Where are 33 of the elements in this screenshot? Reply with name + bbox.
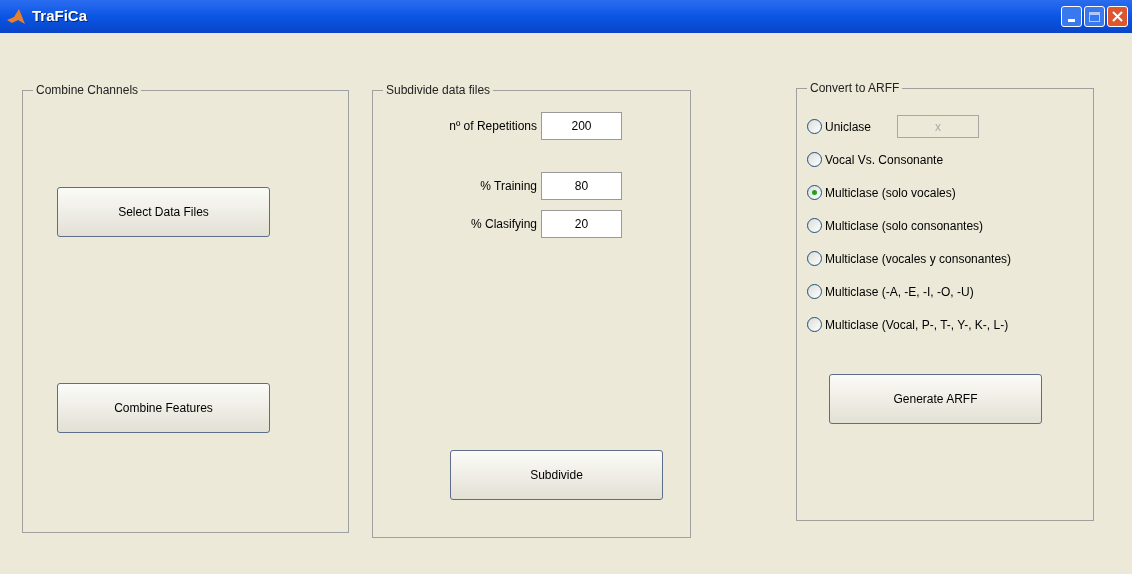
radio-button[interactable] [807, 284, 822, 299]
radio-label: Multiclase (vocales y consonantes) [825, 250, 1012, 268]
push-button[interactable]: Subdivide [450, 450, 663, 500]
field-label: % Clasifying [469, 216, 538, 233]
radio-label: Vocal Vs. Consonante [825, 151, 944, 169]
radio-button[interactable] [807, 119, 822, 134]
radio-label: Multiclase (solo consonantes) [825, 217, 984, 235]
field-label: nº of Repetitions [448, 118, 538, 135]
push-button[interactable]: Generate ARFF [829, 374, 1042, 424]
radio-button[interactable] [807, 218, 822, 233]
panel-title: Convert to ARFF [809, 80, 901, 97]
radio-button[interactable] [807, 251, 822, 266]
close-icon [1112, 11, 1123, 22]
radio-label: Multiclase (-A, -E, -I, -O, -U) [825, 283, 974, 301]
field-label: % Training [479, 178, 538, 195]
panel-title: Subdivide data files [385, 82, 492, 99]
radio-label: Uniclase [825, 118, 872, 136]
number-field[interactable]: 200 [541, 112, 622, 140]
number-field[interactable]: 80 [541, 172, 622, 200]
maximize-button[interactable] [1084, 6, 1105, 27]
number-field[interactable]: 20 [541, 210, 622, 238]
radio-button[interactable] [807, 152, 822, 167]
push-button[interactable]: Combine Features [57, 383, 270, 433]
radio-label: Multiclase (solo vocales) [825, 184, 956, 202]
panel-title: Combine Channels [35, 82, 140, 99]
radio-button[interactable] [807, 185, 822, 200]
radio-button[interactable] [807, 317, 822, 332]
push-button[interactable]: Select Data Files [57, 187, 270, 237]
close-button[interactable] [1107, 6, 1128, 27]
radio-label: Multiclase (Vocal, P-, T-, Y-, K-, L-) [825, 316, 1009, 334]
minimize-button[interactable] [1061, 6, 1082, 27]
app-logo-icon [6, 7, 26, 26]
window-title: TraFiCa [32, 6, 88, 27]
